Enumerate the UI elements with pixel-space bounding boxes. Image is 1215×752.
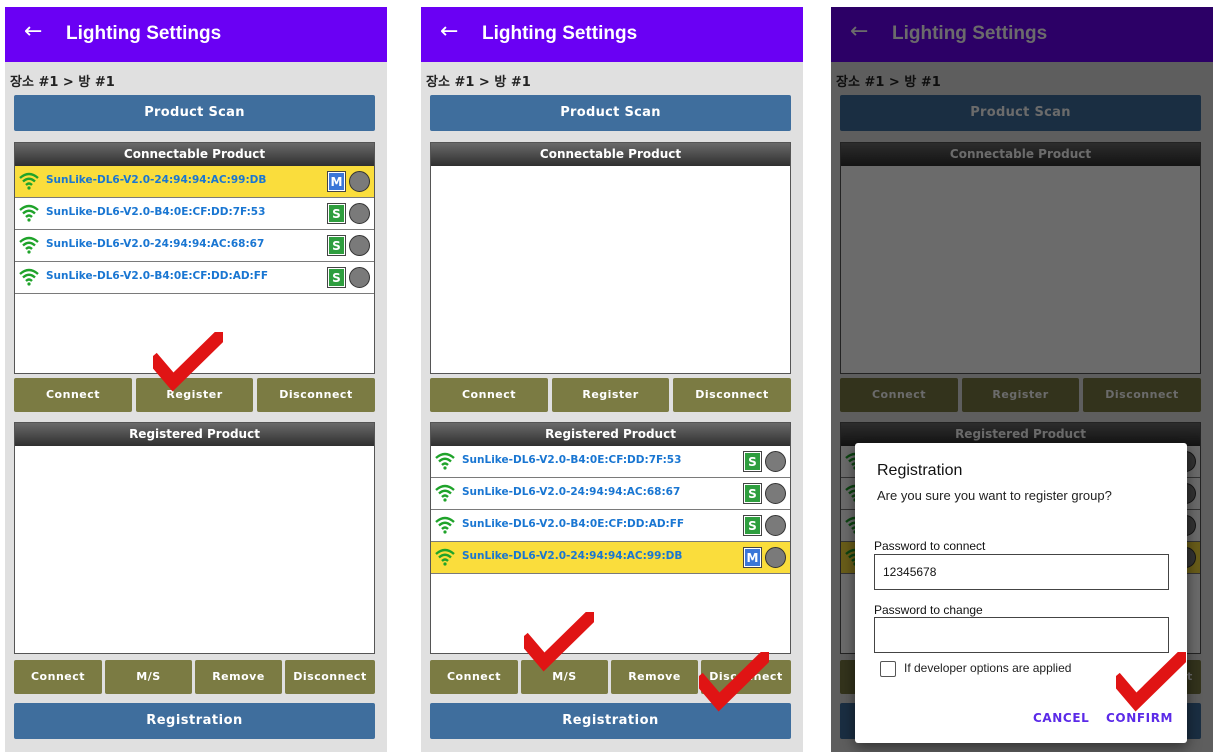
wifi-icon: [19, 236, 39, 254]
wifi-icon: [435, 484, 455, 502]
registration-button[interactable]: Registration: [14, 703, 375, 739]
wifi-icon: [435, 516, 455, 534]
password-change-field[interactable]: [874, 617, 1169, 653]
role-badge: S: [327, 267, 346, 288]
device-name: SunLike-DL6-V2.0-24:94:94:AC:99:DB: [46, 174, 267, 186]
role-badge: S: [327, 203, 346, 224]
connectable-product-header: Connectable Product: [431, 143, 790, 166]
registered-product-header: Registered Product: [431, 423, 790, 446]
device-row[interactable]: SunLike-DL6-V2.0-24:94:94:AC:68:67 S: [15, 230, 374, 262]
status-indicator: [765, 515, 786, 536]
page-title: Lighting Settings: [482, 23, 638, 44]
device-row[interactable]: SunLike-DL6-V2.0-B4:0E:CF:DD:AD:FF S: [15, 262, 374, 294]
registered-product-panel: Registered Product: [14, 422, 375, 654]
status-indicator: [765, 451, 786, 472]
disconnect-button[interactable]: Disconnect: [701, 660, 791, 694]
wifi-icon: [19, 268, 39, 286]
role-badge: S: [743, 483, 762, 504]
breadcrumb: 장소 #1 > 방 #1: [426, 75, 531, 90]
product-scan-button[interactable]: Product Scan: [14, 95, 375, 131]
disconnect-button[interactable]: Disconnect: [285, 660, 375, 694]
device-row[interactable]: SunLike-DL6-V2.0-24:94:94:AC:99:DB M: [431, 542, 790, 574]
role-badge: S: [743, 515, 762, 536]
arrow-left-icon[interactable]: ←: [24, 19, 42, 44]
connect-button[interactable]: Connect: [14, 378, 132, 412]
page-title: Lighting Settings: [66, 23, 222, 44]
product-scan-button[interactable]: Product Scan: [430, 95, 791, 131]
role-badge: M: [743, 547, 762, 568]
device-name: SunLike-DL6-V2.0-B4:0E:CF:DD:7F:53: [462, 454, 682, 466]
device-name: SunLike-DL6-V2.0-24:94:94:AC:99:DB: [462, 550, 683, 562]
connect-button[interactable]: Connect: [430, 378, 548, 412]
status-indicator: [349, 267, 370, 288]
connectable-product-panel: Connectable Product: [430, 142, 791, 374]
app-bar: ← Lighting Settings: [5, 7, 387, 62]
device-row[interactable]: SunLike-DL6-V2.0-24:94:94:AC:68:67 S: [431, 478, 790, 510]
password-connect-label: Password to connect: [874, 539, 986, 553]
device-row[interactable]: SunLike-DL6-V2.0-24:94:94:AC:99:DB M: [15, 166, 374, 198]
master-slave-button[interactable]: M/S: [105, 660, 192, 694]
device-name: SunLike-DL6-V2.0-24:94:94:AC:68:67: [46, 238, 265, 250]
connectable-product-header: Connectable Product: [15, 143, 374, 166]
registration-button[interactable]: Registration: [430, 703, 791, 739]
wifi-icon: [435, 548, 455, 566]
device-name: SunLike-DL6-V2.0-B4:0E:CF:DD:AD:FF: [46, 270, 269, 282]
registered-actions: Connect M/S Remove Disconnect: [430, 660, 791, 694]
status-indicator: [765, 547, 786, 568]
connectable-actions: Connect Register Disconnect: [14, 378, 375, 412]
remove-button[interactable]: Remove: [195, 660, 282, 694]
screen-before-register: ← Lighting Settings 장소 #1 > 방 #1 Product…: [5, 7, 387, 752]
developer-options-label: If developer options are applied: [904, 661, 1072, 675]
device-row[interactable]: SunLike-DL6-V2.0-B4:0E:CF:DD:7F:53 S: [431, 446, 790, 478]
registration-dialog: Registration Are you sure you want to re…: [855, 443, 1187, 743]
registered-list: SunLike-DL6-V2.0-B4:0E:CF:DD:7F:53 S SunLi…: [431, 446, 790, 574]
confirm-button[interactable]: CONFIRM: [1106, 711, 1173, 725]
wifi-icon: [435, 452, 455, 470]
device-row[interactable]: SunLike-DL6-V2.0-B4:0E:CF:DD:AD:FF S: [431, 510, 790, 542]
connect-button[interactable]: Connect: [14, 660, 102, 694]
register-button[interactable]: Register: [136, 378, 253, 412]
role-badge: S: [327, 235, 346, 256]
device-name: SunLike-DL6-V2.0-B4:0E:CF:DD:7F:53: [46, 206, 266, 218]
device-name: SunLike-DL6-V2.0-B4:0E:CF:DD:AD:FF: [462, 518, 685, 530]
device-row[interactable]: SunLike-DL6-V2.0-B4:0E:CF:DD:7F:53 S: [15, 198, 374, 230]
connect-button[interactable]: Connect: [430, 660, 518, 694]
status-indicator: [349, 171, 370, 192]
screen-registration-dialog: ← Lighting Settings 장소 #1 > 방 #1 Product…: [831, 7, 1213, 752]
master-slave-button[interactable]: M/S: [521, 660, 608, 694]
connectable-actions: Connect Register Disconnect: [430, 378, 791, 412]
registered-actions: Connect M/S Remove Disconnect: [14, 660, 375, 694]
registered-product-panel: Registered Product SunLike-DL6-V2.0-B4:0…: [430, 422, 791, 654]
status-indicator: [765, 483, 786, 504]
password-change-label: Password to change: [874, 603, 983, 617]
role-badge: S: [743, 451, 762, 472]
screen-after-register: ← Lighting Settings 장소 #1 > 방 #1 Product…: [421, 7, 803, 752]
connectable-list: SunLike-DL6-V2.0-24:94:94:AC:99:DB M SunLi…: [15, 166, 374, 294]
app-bar: ← Lighting Settings: [421, 7, 803, 62]
dialog-title: Registration: [877, 462, 963, 479]
arrow-left-icon[interactable]: ←: [440, 19, 458, 44]
register-button[interactable]: Register: [552, 378, 669, 412]
device-name: SunLike-DL6-V2.0-24:94:94:AC:68:67: [462, 486, 681, 498]
registered-product-header: Registered Product: [15, 423, 374, 446]
remove-button[interactable]: Remove: [611, 660, 698, 694]
dialog-message: Are you sure you want to register group?: [877, 488, 1112, 503]
role-badge: M: [327, 171, 346, 192]
password-connect-field[interactable]: [874, 554, 1169, 590]
developer-options-checkbox[interactable]: [880, 661, 896, 677]
wifi-icon: [19, 204, 39, 222]
cancel-button[interactable]: CANCEL: [1033, 711, 1089, 725]
disconnect-button[interactable]: Disconnect: [673, 378, 791, 412]
disconnect-button[interactable]: Disconnect: [257, 378, 375, 412]
connectable-product-panel: Connectable Product SunLike-DL6-V2.0-24:…: [14, 142, 375, 374]
breadcrumb: 장소 #1 > 방 #1: [10, 75, 115, 90]
status-indicator: [349, 203, 370, 224]
status-indicator: [349, 235, 370, 256]
wifi-icon: [19, 172, 39, 190]
